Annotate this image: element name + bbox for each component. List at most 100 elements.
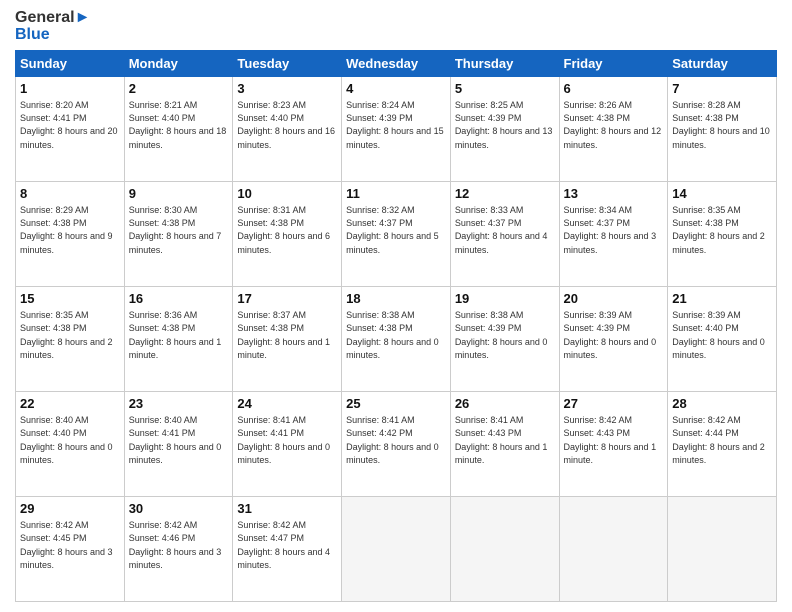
- day-info: Sunrise: 8:23 AMSunset: 4:40 PMDaylight:…: [237, 100, 335, 150]
- day-info: Sunrise: 8:32 AMSunset: 4:37 PMDaylight:…: [346, 205, 439, 255]
- day-info: Sunrise: 8:40 AMSunset: 4:40 PMDaylight:…: [20, 415, 113, 465]
- day-info: Sunrise: 8:35 AMSunset: 4:38 PMDaylight:…: [672, 205, 765, 255]
- calendar-week-row: 29 Sunrise: 8:42 AMSunset: 4:45 PMDaylig…: [16, 496, 777, 601]
- day-info: Sunrise: 8:21 AMSunset: 4:40 PMDaylight:…: [129, 100, 227, 150]
- calendar-day-cell: 20 Sunrise: 8:39 AMSunset: 4:39 PMDaylig…: [559, 286, 668, 391]
- day-number: 21: [672, 290, 772, 308]
- calendar-day-cell: 5 Sunrise: 8:25 AMSunset: 4:39 PMDayligh…: [450, 76, 559, 181]
- calendar-day-cell: [559, 496, 668, 601]
- calendar-day-cell: 13 Sunrise: 8:34 AMSunset: 4:37 PMDaylig…: [559, 181, 668, 286]
- day-number: 5: [455, 80, 555, 98]
- calendar-day-cell: 6 Sunrise: 8:26 AMSunset: 4:38 PMDayligh…: [559, 76, 668, 181]
- day-number: 20: [564, 290, 664, 308]
- day-info: Sunrise: 8:42 AMSunset: 4:43 PMDaylight:…: [564, 415, 657, 465]
- calendar-day-cell: 14 Sunrise: 8:35 AMSunset: 4:38 PMDaylig…: [668, 181, 777, 286]
- calendar-day-cell: 21 Sunrise: 8:39 AMSunset: 4:40 PMDaylig…: [668, 286, 777, 391]
- day-info: Sunrise: 8:28 AMSunset: 4:38 PMDaylight:…: [672, 100, 770, 150]
- calendar-header-row: SundayMondayTuesdayWednesdayThursdayFrid…: [16, 50, 777, 76]
- day-number: 27: [564, 395, 664, 413]
- calendar-day-cell: 23 Sunrise: 8:40 AMSunset: 4:41 PMDaylig…: [124, 391, 233, 496]
- day-number: 13: [564, 185, 664, 203]
- calendar-header-tuesday: Tuesday: [233, 50, 342, 76]
- calendar-day-cell: 1 Sunrise: 8:20 AMSunset: 4:41 PMDayligh…: [16, 76, 125, 181]
- day-number: 16: [129, 290, 229, 308]
- day-info: Sunrise: 8:36 AMSunset: 4:38 PMDaylight:…: [129, 310, 222, 360]
- calendar-day-cell: 27 Sunrise: 8:42 AMSunset: 4:43 PMDaylig…: [559, 391, 668, 496]
- day-number: 4: [346, 80, 446, 98]
- day-number: 25: [346, 395, 446, 413]
- day-info: Sunrise: 8:38 AMSunset: 4:39 PMDaylight:…: [455, 310, 548, 360]
- page: General► Blue SundayMondayTuesdayWednesd…: [0, 0, 792, 612]
- calendar-day-cell: 10 Sunrise: 8:31 AMSunset: 4:38 PMDaylig…: [233, 181, 342, 286]
- calendar-header-saturday: Saturday: [668, 50, 777, 76]
- day-number: 26: [455, 395, 555, 413]
- day-info: Sunrise: 8:24 AMSunset: 4:39 PMDaylight:…: [346, 100, 444, 150]
- day-info: Sunrise: 8:33 AMSunset: 4:37 PMDaylight:…: [455, 205, 548, 255]
- calendar-day-cell: 24 Sunrise: 8:41 AMSunset: 4:41 PMDaylig…: [233, 391, 342, 496]
- calendar-week-row: 22 Sunrise: 8:40 AMSunset: 4:40 PMDaylig…: [16, 391, 777, 496]
- day-info: Sunrise: 8:31 AMSunset: 4:38 PMDaylight:…: [237, 205, 330, 255]
- calendar-day-cell: 31 Sunrise: 8:42 AMSunset: 4:47 PMDaylig…: [233, 496, 342, 601]
- calendar-week-row: 8 Sunrise: 8:29 AMSunset: 4:38 PMDayligh…: [16, 181, 777, 286]
- day-number: 1: [20, 80, 120, 98]
- calendar-table: SundayMondayTuesdayWednesdayThursdayFrid…: [15, 50, 777, 602]
- day-number: 12: [455, 185, 555, 203]
- day-number: 15: [20, 290, 120, 308]
- day-info: Sunrise: 8:42 AMSunset: 4:46 PMDaylight:…: [129, 520, 222, 570]
- day-info: Sunrise: 8:41 AMSunset: 4:42 PMDaylight:…: [346, 415, 439, 465]
- day-number: 19: [455, 290, 555, 308]
- day-info: Sunrise: 8:37 AMSunset: 4:38 PMDaylight:…: [237, 310, 330, 360]
- day-number: 28: [672, 395, 772, 413]
- day-number: 2: [129, 80, 229, 98]
- day-number: 10: [237, 185, 337, 203]
- day-info: Sunrise: 8:26 AMSunset: 4:38 PMDaylight:…: [564, 100, 662, 150]
- calendar-day-cell: 26 Sunrise: 8:41 AMSunset: 4:43 PMDaylig…: [450, 391, 559, 496]
- day-info: Sunrise: 8:34 AMSunset: 4:37 PMDaylight:…: [564, 205, 657, 255]
- calendar-day-cell: 29 Sunrise: 8:42 AMSunset: 4:45 PMDaylig…: [16, 496, 125, 601]
- day-info: Sunrise: 8:42 AMSunset: 4:44 PMDaylight:…: [672, 415, 765, 465]
- header: General► Blue: [15, 10, 777, 44]
- day-number: 23: [129, 395, 229, 413]
- day-info: Sunrise: 8:40 AMSunset: 4:41 PMDaylight:…: [129, 415, 222, 465]
- day-info: Sunrise: 8:38 AMSunset: 4:38 PMDaylight:…: [346, 310, 439, 360]
- calendar-day-cell: [668, 496, 777, 601]
- calendar-day-cell: 25 Sunrise: 8:41 AMSunset: 4:42 PMDaylig…: [342, 391, 451, 496]
- calendar-week-row: 15 Sunrise: 8:35 AMSunset: 4:38 PMDaylig…: [16, 286, 777, 391]
- calendar-week-row: 1 Sunrise: 8:20 AMSunset: 4:41 PMDayligh…: [16, 76, 777, 181]
- calendar-day-cell: 3 Sunrise: 8:23 AMSunset: 4:40 PMDayligh…: [233, 76, 342, 181]
- day-info: Sunrise: 8:35 AMSunset: 4:38 PMDaylight:…: [20, 310, 113, 360]
- calendar-day-cell: 22 Sunrise: 8:40 AMSunset: 4:40 PMDaylig…: [16, 391, 125, 496]
- day-info: Sunrise: 8:42 AMSunset: 4:47 PMDaylight:…: [237, 520, 330, 570]
- calendar-day-cell: 17 Sunrise: 8:37 AMSunset: 4:38 PMDaylig…: [233, 286, 342, 391]
- day-info: Sunrise: 8:41 AMSunset: 4:43 PMDaylight:…: [455, 415, 548, 465]
- calendar-day-cell: 8 Sunrise: 8:29 AMSunset: 4:38 PMDayligh…: [16, 181, 125, 286]
- day-number: 3: [237, 80, 337, 98]
- day-number: 7: [672, 80, 772, 98]
- day-number: 8: [20, 185, 120, 203]
- day-number: 17: [237, 290, 337, 308]
- day-info: Sunrise: 8:39 AMSunset: 4:40 PMDaylight:…: [672, 310, 765, 360]
- calendar-day-cell: 18 Sunrise: 8:38 AMSunset: 4:38 PMDaylig…: [342, 286, 451, 391]
- calendar-day-cell: [342, 496, 451, 601]
- calendar-day-cell: 30 Sunrise: 8:42 AMSunset: 4:46 PMDaylig…: [124, 496, 233, 601]
- day-number: 22: [20, 395, 120, 413]
- calendar-day-cell: 12 Sunrise: 8:33 AMSunset: 4:37 PMDaylig…: [450, 181, 559, 286]
- day-info: Sunrise: 8:25 AMSunset: 4:39 PMDaylight:…: [455, 100, 553, 150]
- day-info: Sunrise: 8:20 AMSunset: 4:41 PMDaylight:…: [20, 100, 118, 150]
- logo: General► Blue: [15, 10, 90, 44]
- day-info: Sunrise: 8:29 AMSunset: 4:38 PMDaylight:…: [20, 205, 113, 255]
- day-number: 14: [672, 185, 772, 203]
- calendar-header-monday: Monday: [124, 50, 233, 76]
- calendar-day-cell: 16 Sunrise: 8:36 AMSunset: 4:38 PMDaylig…: [124, 286, 233, 391]
- calendar-day-cell: 9 Sunrise: 8:30 AMSunset: 4:38 PMDayligh…: [124, 181, 233, 286]
- calendar-day-cell: 7 Sunrise: 8:28 AMSunset: 4:38 PMDayligh…: [668, 76, 777, 181]
- calendar-header-wednesday: Wednesday: [342, 50, 451, 76]
- day-number: 18: [346, 290, 446, 308]
- calendar-day-cell: 15 Sunrise: 8:35 AMSunset: 4:38 PMDaylig…: [16, 286, 125, 391]
- calendar-day-cell: 19 Sunrise: 8:38 AMSunset: 4:39 PMDaylig…: [450, 286, 559, 391]
- day-number: 24: [237, 395, 337, 413]
- calendar-day-cell: 11 Sunrise: 8:32 AMSunset: 4:37 PMDaylig…: [342, 181, 451, 286]
- calendar-header-thursday: Thursday: [450, 50, 559, 76]
- calendar-day-cell: [450, 496, 559, 601]
- day-info: Sunrise: 8:42 AMSunset: 4:45 PMDaylight:…: [20, 520, 113, 570]
